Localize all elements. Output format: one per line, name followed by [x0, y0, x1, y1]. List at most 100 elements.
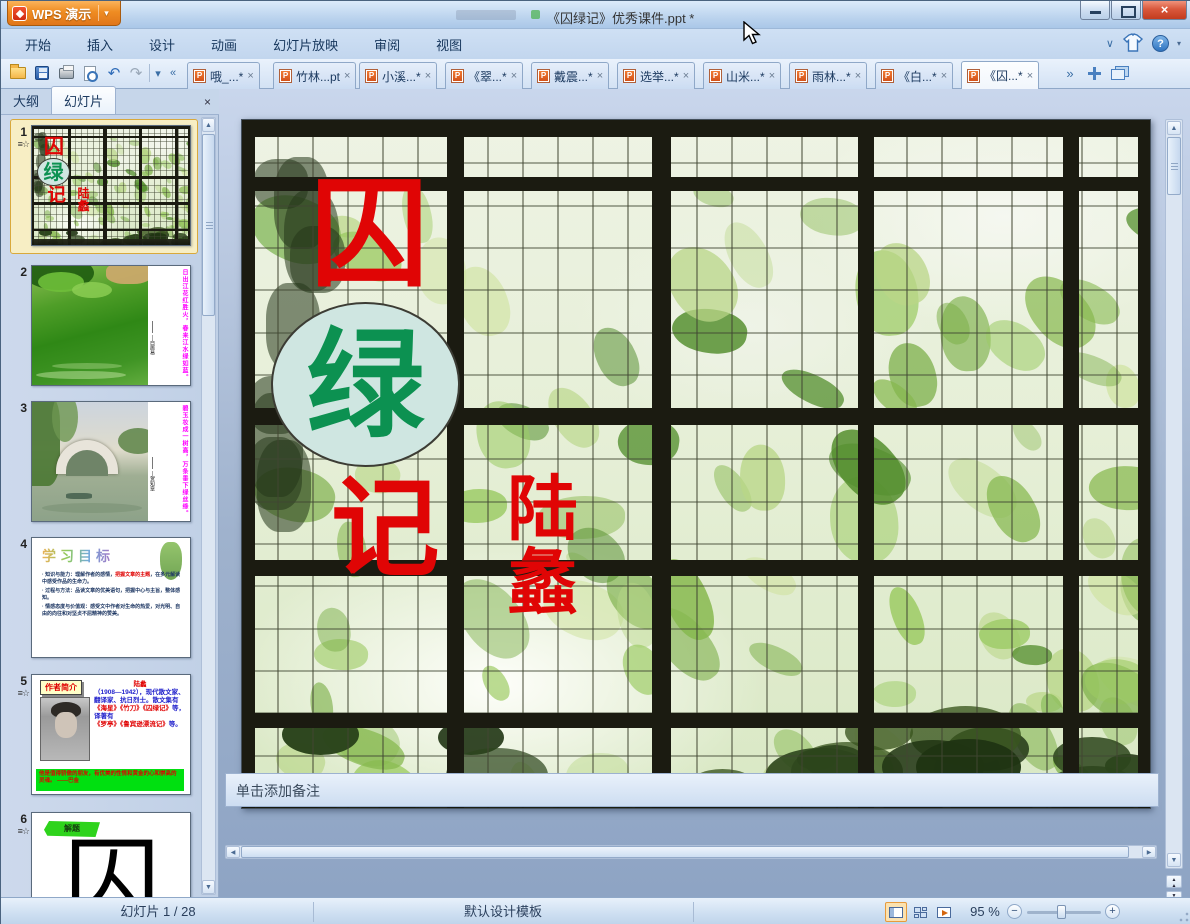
title-slide-scene: 囚 绿 记 陆蠡	[242, 120, 1150, 808]
save-button[interactable]	[31, 62, 53, 84]
document-title: 《囚绿记》优秀课件.ppt *	[547, 11, 695, 26]
scroll-down-button[interactable]: ▼	[202, 880, 215, 894]
minimize-button[interactable]	[1080, 1, 1110, 20]
collapse-ribbon-icon[interactable]: ∨	[1106, 37, 1114, 50]
main-horizontal-scrollbar[interactable]: ◀ ▶	[225, 845, 1157, 859]
panel-scrollbar[interactable]: ▲ ▼	[201, 117, 216, 895]
document-tab-4[interactable]: 《翠...* ×	[445, 62, 524, 89]
close-icon: ×	[1160, 2, 1169, 17]
document-tab-6[interactable]: 选举...* ×	[617, 62, 696, 89]
dropdown-icon: ▾	[155, 67, 161, 80]
author-intro-label: 作者简介	[40, 680, 82, 695]
document-tab-label: 雨林...*	[812, 69, 851, 84]
panel-scroll-thumb[interactable]	[202, 134, 215, 316]
scroll-down-button[interactable]: ▼	[1167, 853, 1181, 867]
tab-close-icon[interactable]: ×	[683, 70, 689, 82]
document-tab-10[interactable]: 《囚...* ×	[961, 61, 1040, 89]
menu-view[interactable]: 视图	[422, 31, 476, 58]
slide-number: 5 ≡☆	[7, 674, 30, 699]
main-scroll-thumb[interactable]	[1167, 137, 1181, 195]
document-tab-8[interactable]: 雨林...* ×	[789, 62, 868, 89]
tab-close-icon[interactable]: ×	[597, 70, 603, 82]
thumb-title-qiu: 囚	[43, 133, 64, 158]
panel-close-icon[interactable]: ×	[204, 95, 211, 109]
toolbar-more-dropdown[interactable]: ▾	[151, 62, 165, 84]
tab-close-icon[interactable]: ×	[247, 70, 253, 82]
slide-sorter-icon	[913, 906, 927, 918]
slideshow-button[interactable]	[933, 902, 955, 922]
zoom-in-button[interactable]: +	[1105, 904, 1120, 919]
help-button[interactable]: ?	[1151, 34, 1169, 52]
print-button[interactable]	[55, 62, 77, 84]
thumbnail-slide-5[interactable]: 作者简介 陆蠡 （1908—1942），现代散文家、翻译家、抗日烈士。散文集有《海…	[31, 674, 191, 795]
new-tab-button[interactable]	[1083, 62, 1105, 84]
document-tab-1[interactable]: 哦_...*×	[187, 62, 260, 89]
undo-icon: ↶	[107, 64, 121, 82]
green-circle-shape: 绿	[271, 302, 460, 468]
tab-close-icon[interactable]: ×	[941, 70, 947, 82]
skin-theme-icon[interactable]	[1122, 33, 1144, 53]
switch-windows-button[interactable]	[1109, 62, 1131, 84]
design-template-name[interactable]: 默认设计模板	[314, 902, 692, 922]
menu-start[interactable]: 开始	[11, 31, 65, 58]
menu-insert[interactable]: 插入	[73, 31, 127, 58]
zoom-slider-thumb[interactable]	[1057, 905, 1066, 919]
status-dot	[531, 10, 540, 19]
tab-outline[interactable]: 大纲	[1, 87, 51, 114]
slide-number: 2	[20, 265, 27, 279]
tab-close-icon[interactable]: ×	[769, 70, 775, 82]
thumbnail-slide-4[interactable]: 学习目标 · 知识与能力：理解作者的感情，把握文章的主题，在多元解读中感受作品的…	[31, 537, 191, 658]
undo-button[interactable]: ↶	[103, 62, 125, 84]
thumbnail-slide-6[interactable]: 解题 囚	[31, 812, 191, 897]
wps-presentation-window: WPS 演示 ▾ 《囚绿记》优秀课件.ppt * × 开始 插入 设计 动画 幻…	[0, 0, 1190, 924]
close-button[interactable]: ×	[1142, 1, 1187, 20]
tab-scroll-left-button[interactable]: «	[165, 62, 181, 84]
wps-app-button[interactable]: WPS 演示 ▾	[7, 1, 121, 26]
previous-slide-button[interactable]: ▲ ▲	[1166, 875, 1182, 889]
tab-close-icon[interactable]: ×	[344, 70, 350, 82]
app-menu-dropdown-icon[interactable]: ▾	[104, 8, 109, 19]
main-vertical-scrollbar[interactable]: ▲ ▼	[1165, 119, 1183, 869]
thumbnail-slide-3[interactable]: 碧玉妆成一树高，万条垂下绿丝绦。 —贺知章	[31, 401, 191, 522]
scroll-left-button[interactable]: ◀	[226, 846, 240, 858]
tab-close-icon[interactable]: ×	[1027, 70, 1033, 82]
more-tabs-button[interactable]: »	[1059, 62, 1081, 84]
redo-icon: ↷	[129, 64, 143, 82]
tab-slides[interactable]: 幻灯片	[51, 86, 117, 114]
normal-view-button[interactable]	[885, 902, 907, 922]
document-tab-label: 《翠...*	[468, 69, 507, 84]
ppt-document-icon	[451, 69, 464, 83]
tab-close-icon[interactable]: ×	[511, 70, 517, 82]
scroll-right-button[interactable]: ▶	[1142, 846, 1156, 858]
faded-titlebar-item	[456, 10, 516, 20]
redo-button[interactable]: ↷	[125, 62, 147, 84]
horizontal-scroll-thumb[interactable]	[241, 846, 1129, 858]
document-tab-2[interactable]: 竹林...pt×	[273, 62, 357, 89]
slide-sorter-view-button[interactable]	[909, 902, 931, 922]
document-tab-9[interactable]: 《白...* ×	[875, 62, 954, 89]
open-button[interactable]	[7, 62, 29, 84]
resize-grip[interactable]	[1179, 912, 1189, 922]
document-tab-5[interactable]: 戴震...* ×	[531, 62, 610, 89]
tab-close-icon[interactable]: ×	[425, 70, 431, 82]
thumbnail-slide-1[interactable]: 囚 绿 记 陆蠡	[31, 125, 191, 246]
maximize-button[interactable]	[1111, 1, 1141, 20]
tab-close-icon[interactable]: ×	[855, 70, 861, 82]
menu-slideshow[interactable]: 幻灯片放映	[259, 31, 352, 58]
scroll-up-button[interactable]: ▲	[202, 118, 215, 132]
scroll-up-button[interactable]: ▲	[1167, 121, 1181, 135]
document-tab-3[interactable]: 小溪...* ×	[359, 62, 438, 89]
menu-animation[interactable]: 动画	[197, 31, 251, 58]
document-tab-7[interactable]: 山米...* ×	[703, 62, 782, 89]
menu-design[interactable]: 设计	[135, 31, 189, 58]
document-tab-label: 小溪...*	[382, 69, 421, 84]
title-bar: WPS 演示 ▾ 《囚绿记》优秀课件.ppt * ×	[1, 1, 1190, 29]
plus-icon	[1087, 66, 1101, 80]
help-dropdown-icon[interactable]: ▾	[1177, 39, 1181, 48]
zoom-out-button[interactable]: −	[1007, 904, 1022, 919]
current-slide[interactable]: 囚 绿 记 陆蠡	[241, 119, 1151, 809]
print-preview-button[interactable]	[79, 62, 101, 84]
thumbnail-slide-2[interactable]: 日出江花红胜火，春来江水绿如蓝。 —白居易	[31, 265, 191, 386]
notes-pane[interactable]: 单击添加备注	[225, 773, 1159, 807]
menu-review[interactable]: 审阅	[360, 31, 414, 58]
